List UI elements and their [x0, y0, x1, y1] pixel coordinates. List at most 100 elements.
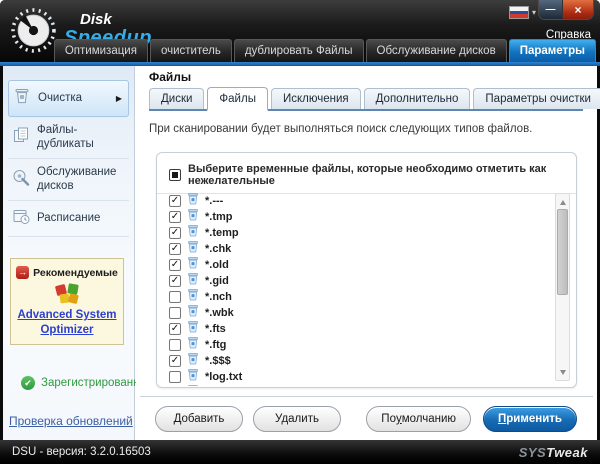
- sidebar-item-disk-maintenance[interactable]: Обслуживание дисков: [8, 159, 129, 201]
- duplicate-files-icon: [12, 126, 30, 149]
- window-controls: — ×: [538, 0, 594, 20]
- nav-tab-cleaner[interactable]: очиститель: [150, 39, 232, 62]
- nav-tab-duplicate-files[interactable]: дублировать Файлы: [234, 39, 364, 62]
- scroll-up-icon: [560, 200, 566, 205]
- checkmark-icon: ✓: [171, 260, 179, 270]
- check-updates-link[interactable]: Проверка обновлений: [9, 414, 133, 428]
- registered-check-icon: ✔: [21, 376, 35, 390]
- sidebar-item-label: Файлы-дубликаты: [37, 123, 125, 152]
- scroll-down-button[interactable]: [556, 366, 569, 378]
- title-bar: Disk Speedup ▾ — × Справка Оптимизацияоч…: [0, 0, 600, 62]
- file-type-row: ✓*.---: [169, 193, 544, 209]
- file-type-row: *.wbk: [169, 305, 544, 321]
- nav-tab-optimization[interactable]: Оптимизация: [54, 39, 148, 62]
- active-item-arrow-icon: ▶: [116, 94, 122, 103]
- file-type-label: *.wbk: [205, 307, 234, 319]
- tab-exclusions[interactable]: Исключения: [271, 88, 361, 109]
- list-scrollbar[interactable]: [555, 193, 570, 381]
- sidebar-item-label: Обслуживание дисков: [37, 165, 125, 194]
- add-button[interactable]: Добавить: [155, 406, 243, 432]
- file-type-checkbox[interactable]: ✓: [169, 227, 181, 239]
- recycle-bin-icon: [187, 384, 199, 386]
- tab-files[interactable]: Файлы: [207, 87, 268, 111]
- sidebar-item-duplicate-files[interactable]: Файлы-дубликаты: [8, 117, 129, 159]
- apply-button[interactable]: Применить: [483, 406, 577, 432]
- file-type-label: *.chk: [205, 243, 231, 255]
- file-type-checkbox[interactable]: ✓: [169, 211, 181, 223]
- checkmark-icon: ✓: [171, 212, 179, 222]
- main-nav: Оптимизацияочистительдублировать ФайлыОб…: [54, 39, 596, 62]
- defaults-button[interactable]: По умолчанию: [366, 406, 471, 432]
- description-text: При сканировании будет выполняться поиск…: [149, 123, 532, 135]
- minimize-button[interactable]: —: [539, 0, 563, 19]
- select-all-checkbox[interactable]: [169, 169, 181, 181]
- promo-arrow-icon: →: [16, 266, 29, 279]
- list-header-label: Выберите временные файлы, которые необхо…: [188, 163, 564, 187]
- minimize-icon: —: [546, 4, 556, 15]
- file-type-checkbox[interactable]: ✓: [169, 259, 181, 271]
- file-type-checkbox[interactable]: ✓: [169, 195, 181, 207]
- file-type-row: ✓*.old: [169, 257, 544, 273]
- russia-flag-icon: [509, 6, 529, 19]
- tab-disks[interactable]: Диски: [149, 88, 204, 109]
- file-types-panel: Выберите временные файлы, которые необхо…: [156, 152, 577, 388]
- sidebar-item-schedule[interactable]: Расписание: [8, 201, 129, 237]
- registration-status: ✔ Зарегистрированная: [21, 376, 152, 390]
- close-button[interactable]: ×: [563, 0, 593, 19]
- file-type-checkbox[interactable]: [169, 291, 181, 303]
- disk-maintenance-icon: [12, 168, 30, 191]
- file-type-label: *log.txt: [205, 371, 242, 383]
- scroll-up-button[interactable]: [556, 196, 569, 208]
- nav-tab-settings[interactable]: Параметры: [509, 39, 596, 62]
- file-type-checkbox[interactable]: [169, 371, 181, 383]
- indeterminate-mark: [172, 172, 178, 178]
- file-type-row: [169, 385, 544, 386]
- file-type-row: *.nch: [169, 289, 544, 305]
- sidebar-item-cleanup[interactable]: Очистка▶: [8, 80, 129, 117]
- buttons-divider: [140, 396, 593, 397]
- schedule-icon: [12, 207, 30, 230]
- recycle-bin-icon: [13, 87, 31, 110]
- disk-speedup-logo-icon: [10, 7, 57, 54]
- file-type-label: *.gid: [205, 275, 229, 287]
- file-type-row: ✓ *.chk: [169, 241, 544, 257]
- systweak-logo: SYSTweak: [519, 445, 588, 460]
- version-text: DSU - версия: 3.2.0.16503: [12, 446, 151, 458]
- delete-button[interactable]: Удалить: [253, 406, 341, 432]
- promo-header: → Рекомендуемые: [13, 266, 121, 279]
- tab-cleanup-options[interactable]: Параметры очистки: [473, 88, 600, 109]
- file-type-checkbox[interactable]: [169, 339, 181, 351]
- file-type-label: *.nch: [205, 291, 232, 303]
- file-type-checkbox[interactable]: ✓: [169, 243, 181, 255]
- file-type-list: ✓*.---✓*.tmp✓*.temp✓*.chk✓*.old✓*.gid*.n…: [169, 193, 544, 386]
- file-type-checkbox[interactable]: ✓: [169, 323, 181, 335]
- checkmark-icon: ✓: [171, 244, 179, 254]
- promo-box: → Рекомендуемые Advanced System Optimize…: [10, 258, 124, 345]
- left-button-group: Добавить Удалить: [155, 406, 341, 432]
- tab-advanced[interactable]: Дополнительно: [364, 88, 471, 109]
- scrollbar-thumb[interactable]: [557, 209, 568, 295]
- content-area: Очистка▶ Файлы-дубликаты Обслуживание диск…: [3, 66, 597, 440]
- section-title: Файлы: [149, 70, 191, 84]
- file-type-row: *log.txt: [169, 369, 544, 385]
- advanced-system-optimizer-link[interactable]: Advanced System Optimizer: [13, 308, 121, 338]
- file-type-checkbox[interactable]: ✓: [169, 275, 181, 287]
- list-header-row: Выберите временные файлы, которые необхо…: [157, 153, 576, 193]
- systweak-logo-part2: Tweak: [546, 445, 588, 460]
- language-flag-button[interactable]: ▾: [509, 6, 536, 19]
- file-type-row: *.ftg: [169, 337, 544, 353]
- app-window: Disk Speedup ▾ — × Справка Оптимизацияоч…: [0, 0, 600, 464]
- file-type-label: *.tmp: [205, 211, 233, 223]
- nav-tab-disk-maintenance[interactable]: Обслуживание дисков: [366, 39, 507, 62]
- brand-line1: Disk: [80, 12, 152, 27]
- file-type-row: ✓*.$$$: [169, 353, 544, 369]
- promo-badge-label: Рекомендуемые: [33, 267, 118, 279]
- file-type-checkbox[interactable]: ✓: [169, 355, 181, 367]
- file-type-row: ✓ *.tmp: [169, 209, 544, 225]
- systweak-logo-part1: SYS: [519, 445, 547, 460]
- file-type-checkbox[interactable]: [169, 307, 181, 319]
- scroll-down-icon: [560, 370, 566, 375]
- file-type-row: ✓*.fts: [169, 321, 544, 337]
- file-type-row: ✓*.temp: [169, 225, 544, 241]
- sidebar-item-label: Расписание: [37, 211, 100, 225]
